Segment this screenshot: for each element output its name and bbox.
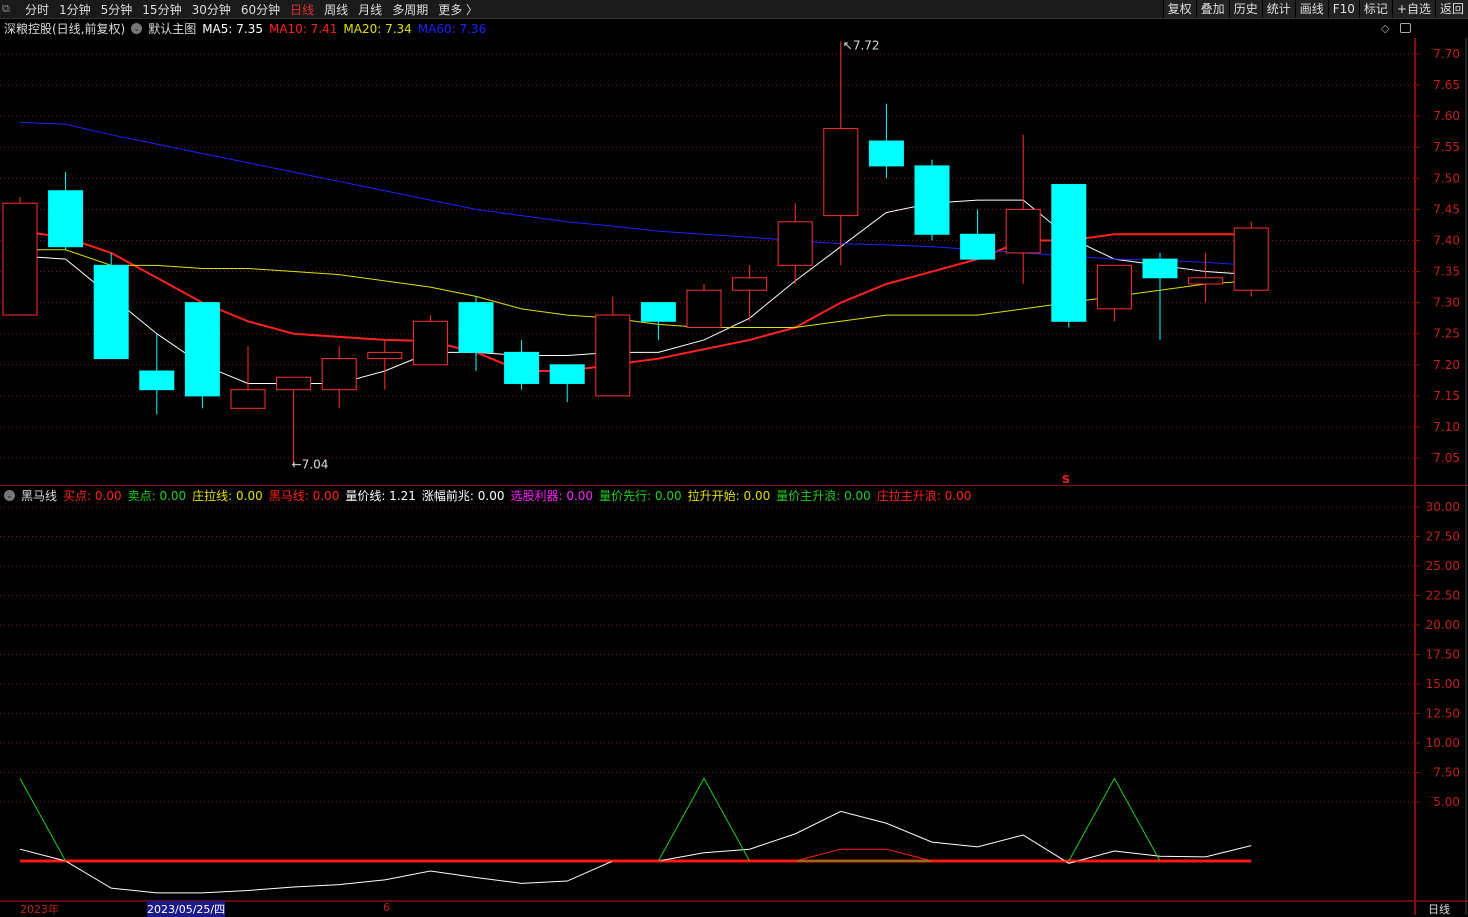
- y-tick-label: 7.10: [1433, 420, 1460, 434]
- y-tick-label: 7.70: [1433, 47, 1460, 61]
- high-annotation: ↖7.72: [843, 39, 880, 53]
- candle-body: [504, 351, 540, 384]
- month-label: 6: [383, 901, 390, 914]
- indicator-value: 涨幅前兆: 0.00: [421, 489, 505, 503]
- y-tick-label: 7.45: [1433, 202, 1460, 216]
- y-tick-label: 30.00: [1426, 500, 1460, 514]
- signal-marker: S: [1062, 473, 1070, 486]
- candle-body: [321, 358, 357, 391]
- y-tick-label: 7.55: [1433, 140, 1460, 154]
- y-tick-label: 7.40: [1433, 233, 1460, 247]
- y-tick-label: 22.50: [1426, 589, 1460, 603]
- y-tick-label: 7.65: [1433, 78, 1460, 92]
- y-tick-label: 7.20: [1433, 358, 1460, 372]
- kline-chart[interactable]: 7.70 7.65 7.60 7.55 7.50 7.45 7.40 7.35 7.30 7.25…: [0, 0, 1468, 915]
- candle-body: [276, 376, 312, 391]
- indicator-value: 量价主升浪: 0.00: [776, 489, 871, 503]
- candle-body: [2, 202, 38, 316]
- candle-body: [139, 370, 175, 391]
- candle-body: [914, 165, 950, 235]
- candle-body: [1096, 264, 1132, 310]
- indicator-value: 买点: 0.00: [63, 489, 122, 503]
- indicator-name[interactable]: 黑马线: [21, 487, 57, 504]
- candle-body: [549, 364, 585, 384]
- y-tick-label: 17.50: [1426, 648, 1460, 662]
- indicator-value: 选股利器: 0.00: [510, 489, 594, 503]
- y-tick-label: 7.05: [1433, 451, 1460, 465]
- candle-body: [367, 351, 403, 360]
- candle-body: [48, 190, 84, 248]
- y-tick-label: 7.25: [1433, 327, 1460, 341]
- candle-body: [595, 314, 631, 397]
- y-tick-label: 7.30: [1433, 296, 1460, 310]
- candle-body: [1005, 208, 1041, 254]
- y-tick-label: 25.00: [1426, 559, 1460, 573]
- indicator-line: [19, 777, 1252, 862]
- indicator-value: 黑马线: 0.00: [268, 489, 340, 503]
- candle-body: [960, 233, 996, 260]
- indicator-value: 庄拉主升浪: 0.00: [876, 489, 972, 503]
- candle-body: [823, 128, 859, 217]
- candle-body: [777, 221, 813, 266]
- candle-body: [686, 289, 722, 329]
- y-tick-label: 7.35: [1433, 265, 1460, 279]
- y-tick-label: 12.50: [1426, 707, 1460, 721]
- candle-body: [1233, 227, 1269, 291]
- candle-body: [184, 302, 220, 397]
- candle-body: [732, 277, 768, 291]
- y-tick-label: 20.00: [1426, 618, 1460, 632]
- indicator-value: 拉升开始: 0.00: [687, 489, 771, 503]
- candle-body: [230, 389, 266, 409]
- indicator-value: 量价线: 1.21: [345, 489, 416, 503]
- indicator-line: [19, 810, 1252, 894]
- y-tick-label: 7.50: [1433, 766, 1460, 780]
- indicator-value: 卖点: 0.00: [127, 489, 187, 503]
- indicator-legend: ⌄ 黑马线 买点: 0.00 卖点: 0.00 庄拉线: 0.00 黑马线: 0.00…: [4, 487, 971, 504]
- candle-body: [640, 302, 676, 322]
- candle-body: [1142, 258, 1178, 279]
- y-tick-label: 10.00: [1426, 736, 1460, 750]
- date-bar: 2023年 2023/05/25/四 6 日线: [0, 901, 1468, 917]
- candle-body: [412, 320, 448, 366]
- candle-body: [93, 264, 129, 360]
- dropdown-icon[interactable]: ⌄: [4, 490, 15, 501]
- y-tick-label: 7.15: [1433, 389, 1460, 403]
- y-tick-label: 15.00: [1426, 677, 1460, 691]
- y-tick-label: 5.00: [1433, 795, 1460, 809]
- candle-body: [1188, 277, 1224, 285]
- candle-body: [458, 302, 494, 353]
- candle-body: [868, 140, 904, 167]
- y-tick-label: 7.60: [1433, 109, 1460, 123]
- candle-body: [1051, 184, 1087, 322]
- y-tick-label: 27.50: [1426, 530, 1460, 544]
- indicator-value: 量价先行: 0.00: [599, 489, 682, 503]
- y-tick-label: 7.50: [1433, 171, 1460, 185]
- indicator-value: 庄拉线: 0.00: [192, 489, 263, 503]
- low-annotation: ←7.04: [292, 457, 329, 471]
- indicator-line: [20, 848, 1252, 862]
